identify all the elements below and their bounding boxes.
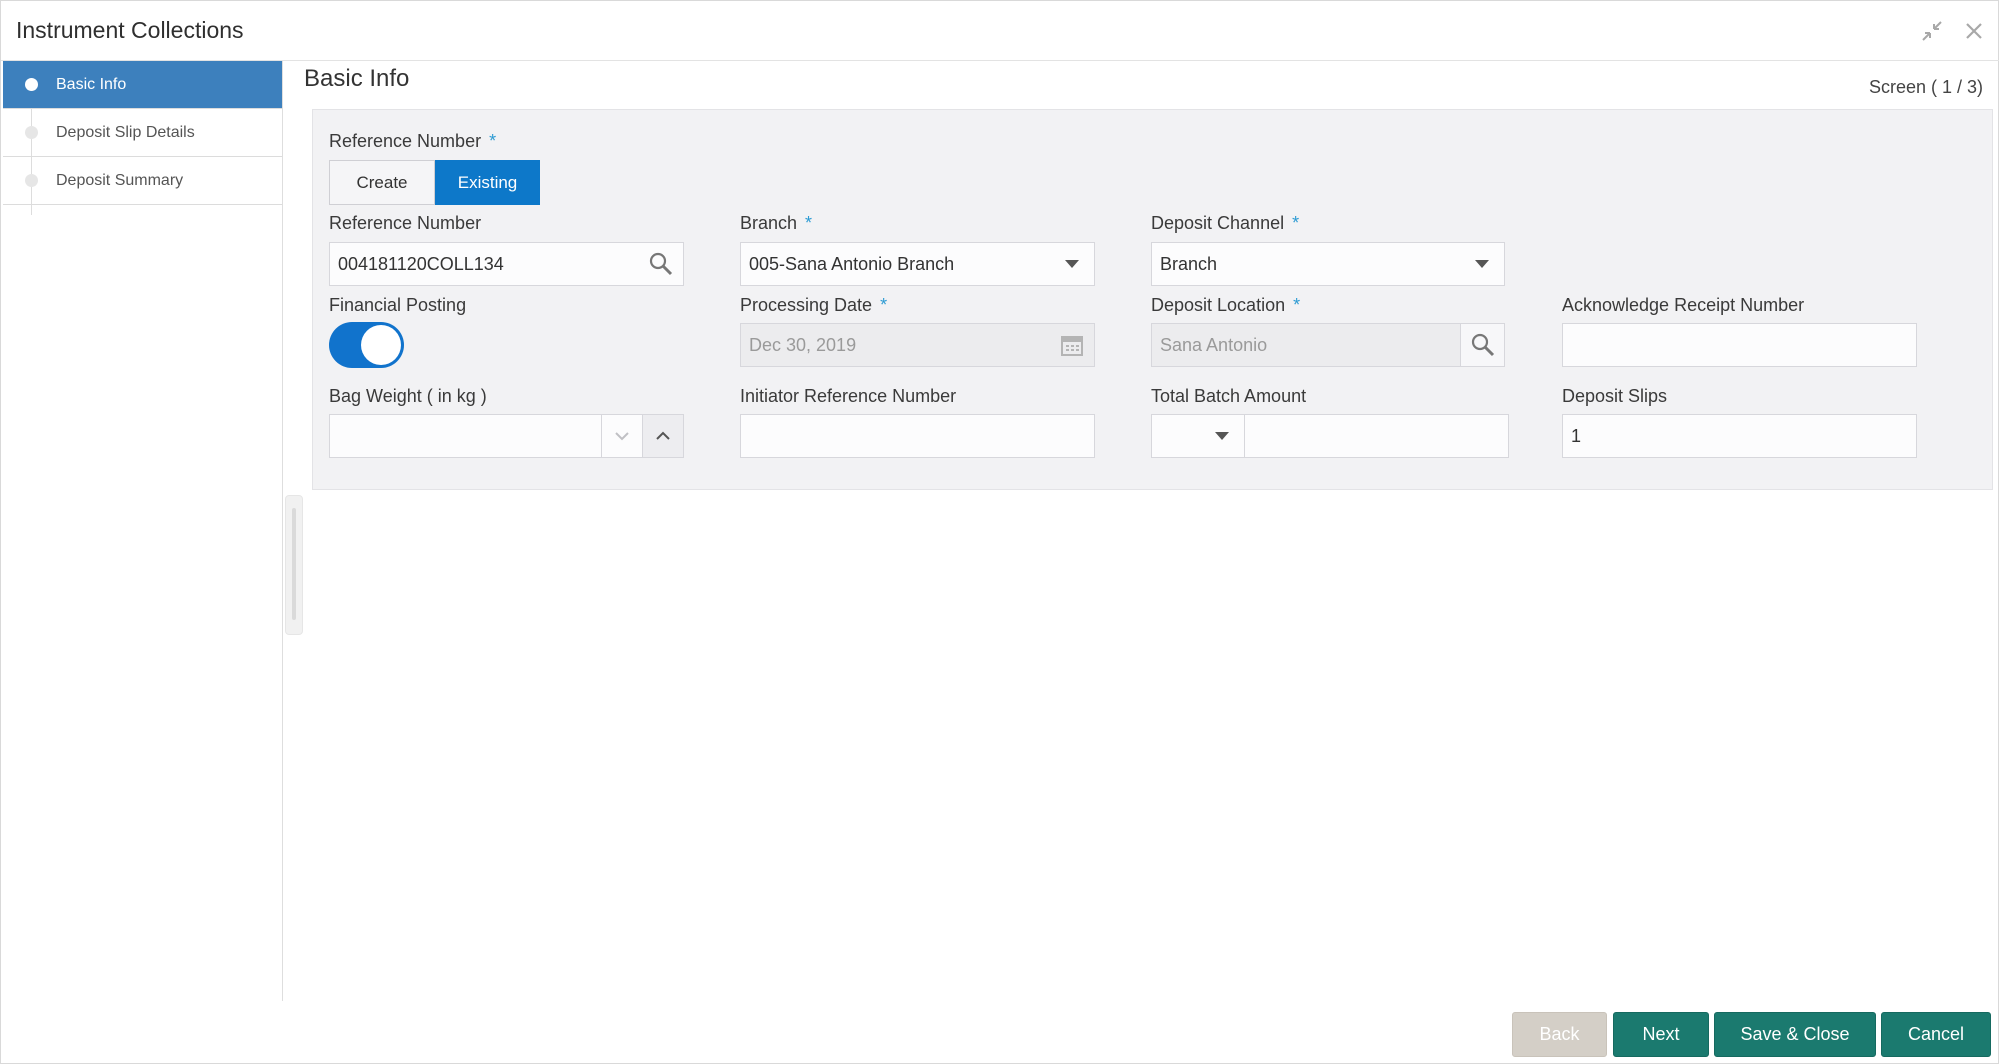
step-label: Deposit Slip Details [56, 123, 195, 141]
step-deposit-summary[interactable]: Deposit Summary [3, 157, 282, 205]
acknowledge-receipt-input[interactable] [1562, 323, 1917, 367]
page-title: Basic Info [304, 65, 410, 92]
minimize-icon[interactable] [1920, 19, 1944, 43]
step-navigation: Basic Info Deposit Slip Details Deposit … [3, 61, 283, 1001]
cancel-button[interactable]: Cancel [1881, 1012, 1991, 1057]
back-button[interactable]: Back [1512, 1012, 1607, 1057]
chevron-down-icon [1460, 243, 1504, 285]
processing-date-input: Dec 30, 2019 [740, 323, 1095, 367]
increment-icon[interactable] [642, 415, 683, 457]
deposit-slips-input[interactable]: 1 [1562, 414, 1917, 458]
financial-posting-switch[interactable] [329, 322, 404, 368]
dialog-window: Instrument Collections Basic Info Deposi… [0, 0, 1999, 1064]
bag-weight-label: Bag Weight ( in kg ) [329, 386, 487, 406]
search-icon[interactable] [1460, 324, 1504, 366]
bag-weight-input[interactable] [329, 414, 684, 458]
deposit-slips-label: Deposit Slips [1562, 386, 1668, 406]
decrement-icon[interactable] [601, 415, 642, 457]
title-bar: Instrument Collections [1, 1, 1999, 61]
step-deposit-slip-details[interactable]: Deposit Slip Details [3, 109, 282, 157]
chevron-down-icon [1050, 243, 1094, 285]
calendar-icon [1050, 324, 1094, 366]
initiator-reference-label: Initiator Reference Number [740, 386, 957, 406]
step-dot-icon [25, 126, 38, 139]
deposit-channel-select[interactable]: Branch [1151, 242, 1505, 286]
processing-date-label: Processing Date * [740, 295, 888, 315]
chevron-down-icon [1200, 415, 1244, 457]
close-icon[interactable] [1962, 19, 1986, 43]
reference-mode-label: Reference Number * [329, 131, 497, 151]
initiator-reference-input[interactable] [740, 414, 1095, 458]
total-batch-amount-input[interactable] [1244, 414, 1509, 458]
branch-select[interactable]: 005-Sana Antonio Branch [740, 242, 1095, 286]
screen-counter: Screen ( 1 / 3) [1868, 77, 1983, 97]
step-dot-icon [25, 78, 38, 91]
financial-posting-label: Financial Posting [329, 295, 467, 315]
step-basic-info[interactable]: Basic Info [3, 61, 282, 109]
reference-number-label: Reference Number [329, 213, 482, 233]
reference-mode-toggle: Create Existing [329, 160, 540, 205]
create-option[interactable]: Create [329, 160, 435, 205]
step-label: Basic Info [56, 75, 127, 93]
search-icon[interactable] [639, 243, 683, 285]
currency-select[interactable] [1151, 414, 1245, 458]
panel-resize-handle[interactable] [285, 495, 303, 635]
reference-number-input[interactable]: 004181120COLL134 [329, 242, 684, 286]
total-batch-amount-label: Total Batch Amount [1151, 386, 1307, 406]
step-label: Deposit Summary [56, 171, 184, 189]
deposit-location-input: Sana Antonio [1151, 323, 1505, 367]
acknowledge-receipt-label: Acknowledge Receipt Number [1562, 295, 1805, 315]
deposit-channel-label: Deposit Channel * [1151, 213, 1300, 233]
save-close-button[interactable]: Save & Close [1714, 1012, 1876, 1057]
existing-option[interactable]: Existing [435, 160, 540, 205]
next-button[interactable]: Next [1613, 1012, 1709, 1057]
branch-label: Branch * [740, 213, 813, 233]
step-dot-icon [25, 174, 38, 187]
deposit-location-label: Deposit Location * [1151, 295, 1301, 315]
window-title: Instrument Collections [16, 17, 244, 43]
